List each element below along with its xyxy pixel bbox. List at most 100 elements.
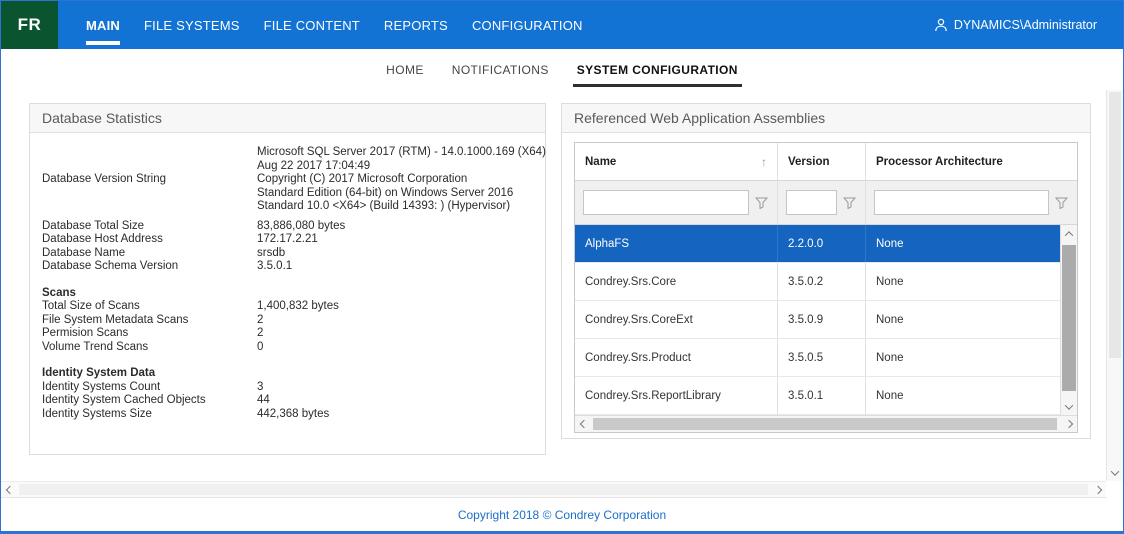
page-scroll-right-icon[interactable] [1089, 482, 1106, 497]
stat-value: 172.17.2.21 [257, 233, 533, 247]
cell-name: Condrey.Srs.Core [575, 263, 778, 300]
database-statistics-panel: Database Statistics Database Version Str… [29, 103, 546, 455]
name-filter-input[interactable] [583, 190, 749, 215]
column-header-version[interactable]: Version [778, 143, 866, 180]
stat-label: Database Name [42, 247, 257, 261]
top-nav-configuration[interactable]: CONFIGURATION [472, 1, 583, 49]
version-filter-input[interactable] [786, 190, 837, 215]
cell-arch: None [866, 301, 1060, 338]
stat-label: Database Total Size [42, 220, 257, 234]
tab-system-configuration[interactable]: SYSTEM CONFIGURATION [575, 49, 740, 90]
table-horizontal-scrollbar[interactable] [575, 415, 1077, 432]
cell-version: 2.2.0.0 [778, 225, 866, 262]
column-header-arch[interactable]: Processor Architecture [866, 143, 1077, 180]
column-header-name[interactable]: Name ↑ [575, 143, 778, 180]
stat-value: 0 [257, 341, 533, 355]
section-heading-scans: Scans [42, 287, 533, 301]
stat-label: Permision Scans [42, 327, 257, 341]
page-scroll-down-icon[interactable] [1107, 464, 1123, 481]
sort-asc-icon: ↑ [761, 155, 767, 169]
cell-version: 3.5.0.9 [778, 301, 866, 338]
stat-value: 2 [257, 314, 533, 328]
copyright-text: Copyright 2018 © Condrey Corporation [458, 508, 666, 522]
stat-label: Identity Systems Count [42, 381, 257, 395]
scroll-down-icon[interactable] [1061, 398, 1077, 415]
assemblies-table: Name ↑ Version Processor Architecture [574, 142, 1078, 433]
page-horizontal-scrollbar[interactable] [1, 481, 1106, 498]
top-nav-file-content[interactable]: FILE CONTENT [264, 1, 360, 49]
assemblies-panel: Referenced Web Application Assemblies Na… [561, 103, 1091, 439]
sub-nav: HOME NOTIFICATIONS SYSTEM CONFIGURATION [1, 49, 1123, 90]
scroll-left-icon[interactable] [575, 416, 592, 432]
table-header-row: Name ↑ Version Processor Architecture [575, 143, 1077, 181]
user-name: DYNAMICS\Administrator [954, 18, 1097, 32]
app-window: FR MAIN FILE SYSTEMS FILE CONTENT REPORT… [0, 0, 1124, 534]
tab-notifications[interactable]: NOTIFICATIONS [450, 49, 551, 90]
column-header-version-label: Version [788, 156, 830, 168]
cell-name: Condrey.Srs.ReportLibrary [575, 377, 778, 414]
stat-label: Identity Systems Size [42, 408, 257, 422]
stat-row: File System Metadata Scans 2 [42, 314, 533, 328]
top-nav-main[interactable]: MAIN [86, 1, 120, 49]
page-vertical-scroll-thumb[interactable] [1109, 92, 1121, 358]
stat-row: Database Name srsdb [42, 247, 533, 261]
stat-label: Database Schema Version [42, 260, 257, 274]
tab-home[interactable]: HOME [384, 49, 426, 90]
top-nav-file-systems[interactable]: FILE SYSTEMS [144, 1, 240, 49]
stat-row: Identity Systems Count 3 [42, 381, 533, 395]
cell-version: 3.5.0.5 [778, 339, 866, 376]
top-nav: MAIN FILE SYSTEMS FILE CONTENT REPORTS C… [86, 1, 583, 49]
stat-value: 2 [257, 327, 533, 341]
stat-row: Database Host Address 172.17.2.21 [42, 233, 533, 247]
table-vertical-scrollbar[interactable] [1060, 225, 1077, 415]
filter-cell-arch [866, 181, 1077, 224]
table-row-reportlibrary[interactable]: Condrey.Srs.ReportLibrary 3.5.0.1 None [575, 377, 1060, 415]
stat-label: Total Size of Scans [42, 300, 257, 314]
stat-row: Identity System Cached Objects 44 [42, 394, 533, 408]
stat-label: Database Host Address [42, 233, 257, 247]
cell-version: 3.5.0.2 [778, 263, 866, 300]
table-row-product[interactable]: Condrey.Srs.Product 3.5.0.5 None [575, 339, 1060, 377]
page-scroll-left-icon[interactable] [1, 482, 18, 497]
table-row-coreext[interactable]: Condrey.Srs.CoreExt 3.5.0.9 None [575, 301, 1060, 339]
scroll-right-icon[interactable] [1060, 416, 1077, 432]
cell-arch: None [866, 263, 1060, 300]
filter-cell-version [778, 181, 866, 224]
stat-row: Database Schema Version 3.5.0.1 [42, 260, 533, 274]
cell-name: Condrey.Srs.Product [575, 339, 778, 376]
column-header-name-label: Name [585, 156, 616, 168]
panel-title-assemblies: Referenced Web Application Assemblies [562, 104, 1090, 133]
stat-row: Total Size of Scans 1,400,832 bytes [42, 300, 533, 314]
column-header-arch-label: Processor Architecture [876, 156, 1003, 168]
stat-value: 442,368 bytes [257, 408, 533, 422]
page-vertical-scrollbar[interactable] [1106, 90, 1123, 481]
user-menu[interactable]: DYNAMICS\Administrator [934, 1, 1123, 49]
top-nav-reports[interactable]: REPORTS [384, 1, 448, 49]
filter-icon[interactable] [843, 197, 857, 209]
stat-row: Volume Trend Scans 0 [42, 341, 533, 355]
scroll-up-icon[interactable] [1061, 225, 1077, 242]
stat-value: 3.5.0.1 [257, 260, 533, 274]
arch-filter-input[interactable] [874, 190, 1049, 215]
version-line: Standard 10.0 <X64> (Build 14393: ) (Hyp… [257, 200, 546, 214]
table-row-alphafs[interactable]: AlphaFS 2.2.0.0 None [575, 225, 1060, 263]
cell-version: 3.5.0.1 [778, 377, 866, 414]
stat-row-version: Database Version String Microsoft SQL Se… [42, 146, 533, 214]
version-line: Microsoft SQL Server 2017 (RTM) - 14.0.1… [257, 146, 546, 160]
stat-row: Identity Systems Size 442,368 bytes [42, 408, 533, 422]
page-horizontal-scroll-thumb[interactable] [19, 484, 1088, 495]
stat-value: 1,400,832 bytes [257, 300, 533, 314]
vertical-scroll-thumb[interactable] [1062, 245, 1076, 391]
filter-icon[interactable] [1055, 197, 1069, 209]
table-row-core[interactable]: Condrey.Srs.Core 3.5.0.2 None [575, 263, 1060, 301]
stat-row: Database Total Size 83,886,080 bytes [42, 220, 533, 234]
table-filter-row [575, 181, 1077, 225]
database-statistics-body: Database Version String Microsoft SQL Se… [30, 133, 545, 434]
panel-title-database-statistics: Database Statistics [30, 104, 545, 133]
top-bar: FR MAIN FILE SYSTEMS FILE CONTENT REPORT… [1, 1, 1123, 49]
stat-value: 44 [257, 394, 533, 408]
filter-icon[interactable] [755, 197, 769, 209]
stat-value: srsdb [257, 247, 533, 261]
horizontal-scroll-thumb[interactable] [593, 418, 1057, 430]
version-line: Standard Edition (64-bit) on Windows Ser… [257, 187, 546, 201]
